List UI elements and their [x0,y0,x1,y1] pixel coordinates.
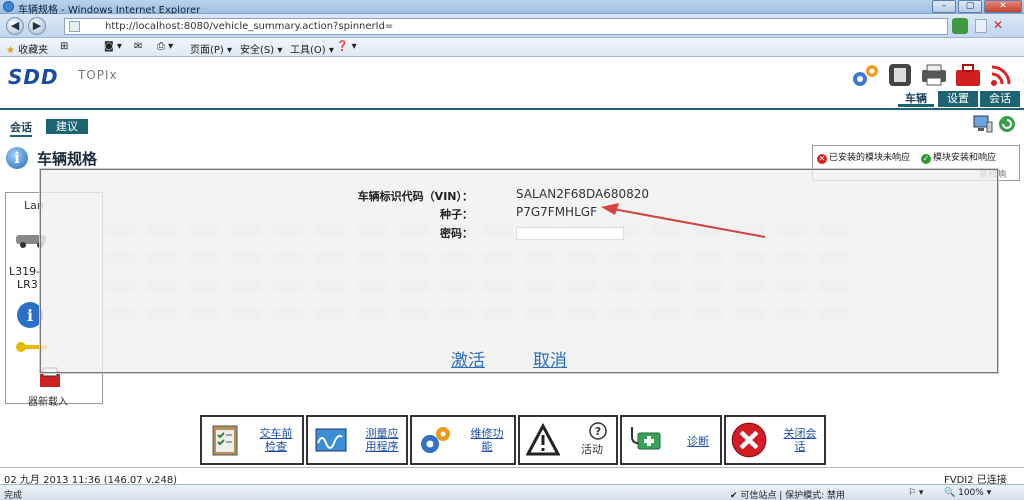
activate-button[interactable]: 激活 [451,346,485,371]
repair-functions-button[interactable]: 维修功能 [410,415,516,465]
legend-installed-responding: ✓ 模块安装和响应 [921,153,997,164]
green-check-icon: ✓ [921,154,931,164]
maximize-button[interactable]: ▢ [958,0,982,13]
info-icon: i [6,147,28,169]
tab-session-top[interactable]: 会话 [980,91,1020,107]
legend-not-responding: ✕ 已安装的模块未响应 [817,153,911,164]
address-input[interactable]: http://localhost:8080/vehicle_summary.ac… [64,18,948,35]
sub-tab-row: 会话 建议 [0,108,1024,137]
favorites-star-icon: ★ [6,45,15,56]
close-session-button[interactable]: 关闭会话 [724,415,826,465]
pre-delivery-check-button[interactable]: 交车前 检查 [200,415,304,465]
red-x-icon: ✕ [817,154,827,164]
checklist-icon [212,425,238,456]
sdd-logo: SDD [8,65,59,89]
tab-vehicle[interactable]: 车辆 [898,91,934,107]
toolbox-icon[interactable] [954,62,982,88]
seed-label: 种子： [440,208,473,221]
vin-label: 车辆标识代码（VIN）： [357,190,473,203]
warning-icon [526,423,560,456]
svg-text:?: ? [595,425,601,438]
repair-gears-icon [421,427,450,453]
page-icon [69,21,80,32]
menu-page[interactable]: 页面(P) ▾ [190,41,232,56]
network-signal-icon[interactable] [988,62,1018,88]
printer-icon[interactable] [920,62,948,88]
help-icon: ? [589,422,607,440]
browser-title-bar: 车辆规格 - Windows Internet Explorer – ▢ ✕ [0,0,1024,16]
activity-button[interactable]: ? 活动 [518,415,618,465]
topix-label: TOPIx [78,68,118,82]
back-button[interactable]: ◀ [6,17,24,35]
measurement-apps-button[interactable]: 测量应 用程序 [306,415,408,465]
minimize-button[interactable]: – [932,0,956,13]
zoom-icon: 🔍 [944,488,956,498]
svg-text:i: i [27,306,33,325]
favorites-button[interactable]: ★ 收藏夹 [6,41,48,56]
protect-icon[interactable]: ⚐ ▾ [908,488,923,498]
trusted-site-status: ✔ 可信站点 | 保护模式: 禁用 [730,491,846,500]
browser-status-text: 完成 [4,491,23,500]
address-url: http://localhost:8080/vehicle_summary.ac… [105,21,394,32]
refresh-icon[interactable] [975,19,987,33]
tab-session[interactable]: 会话 [10,119,32,137]
close-session-icon [731,422,767,458]
mail-icon[interactable]: ✉ [134,41,142,52]
tab-settings[interactable]: 设置 [938,91,978,107]
diagnosis-kit-icon [631,427,661,450]
feeds-icon[interactable]: ◙ ▾ [104,41,122,52]
favorites-bar: ★ 收藏夹 ⊞ ◙ ▾ ✉ ⎙ ▾ 页面(P) ▾ 安全(S) ▾ 工具(O) … [0,38,1024,57]
stop-icon[interactable]: ✕ [993,19,1006,32]
app-header: SDD TOPIx 车辆 设置 会话 [0,58,1024,108]
tab-advice[interactable]: 建议 [46,119,88,134]
vehicle-model-text: L319- LR3 [9,265,41,291]
add-favorite-icon[interactable]: ⊞ [60,41,68,52]
print-icon[interactable]: ⎙ ▾ [157,41,173,52]
seed-value: P7G7FMHLGF [516,205,597,219]
oscilloscope-icon [315,428,347,452]
app-status-line: 02 九月 2013 11:36 (146.07 v.248) FVDI2 已连… [0,467,1024,486]
close-window-button[interactable]: ✕ [984,0,1022,13]
settings-gears-icon[interactable] [850,62,880,88]
menu-help[interactable]: ❓ ▾ [336,41,357,52]
browser-status-bar: 完成 ✔ 可信站点 | 保护模式: 禁用 ⚐ ▾ 🔍 100% ▾ [0,484,1024,500]
menu-safety[interactable]: 安全(S) ▾ [240,41,282,56]
security-access-dialog: 车辆标识代码（VIN）： SALAN2F68DA680820 种子： P7G7F… [40,169,998,373]
password-label: 密码： [440,227,473,240]
ie-logo-icon [3,1,14,12]
page-title: 车辆规格 [37,150,98,168]
computer-icon[interactable] [972,114,994,134]
menu-tools[interactable]: 工具(O) ▾ [290,41,334,56]
diagnosis-button[interactable]: 诊断 [620,415,722,465]
device-icon[interactable] [886,62,914,88]
forward-button[interactable]: ▶ [28,17,46,35]
go-icon[interactable] [952,18,968,34]
cancel-button[interactable]: 取消 [533,346,567,371]
zoom-control[interactable]: 🔍 100% ▾ [944,488,991,498]
annotation-arrow [601,203,766,238]
address-bar-row: ◀ ▶ http://localhost:8080/vehicle_summar… [0,14,1024,38]
reload-text: 器新载入 [28,397,68,408]
green-refresh-icon[interactable] [998,115,1016,133]
